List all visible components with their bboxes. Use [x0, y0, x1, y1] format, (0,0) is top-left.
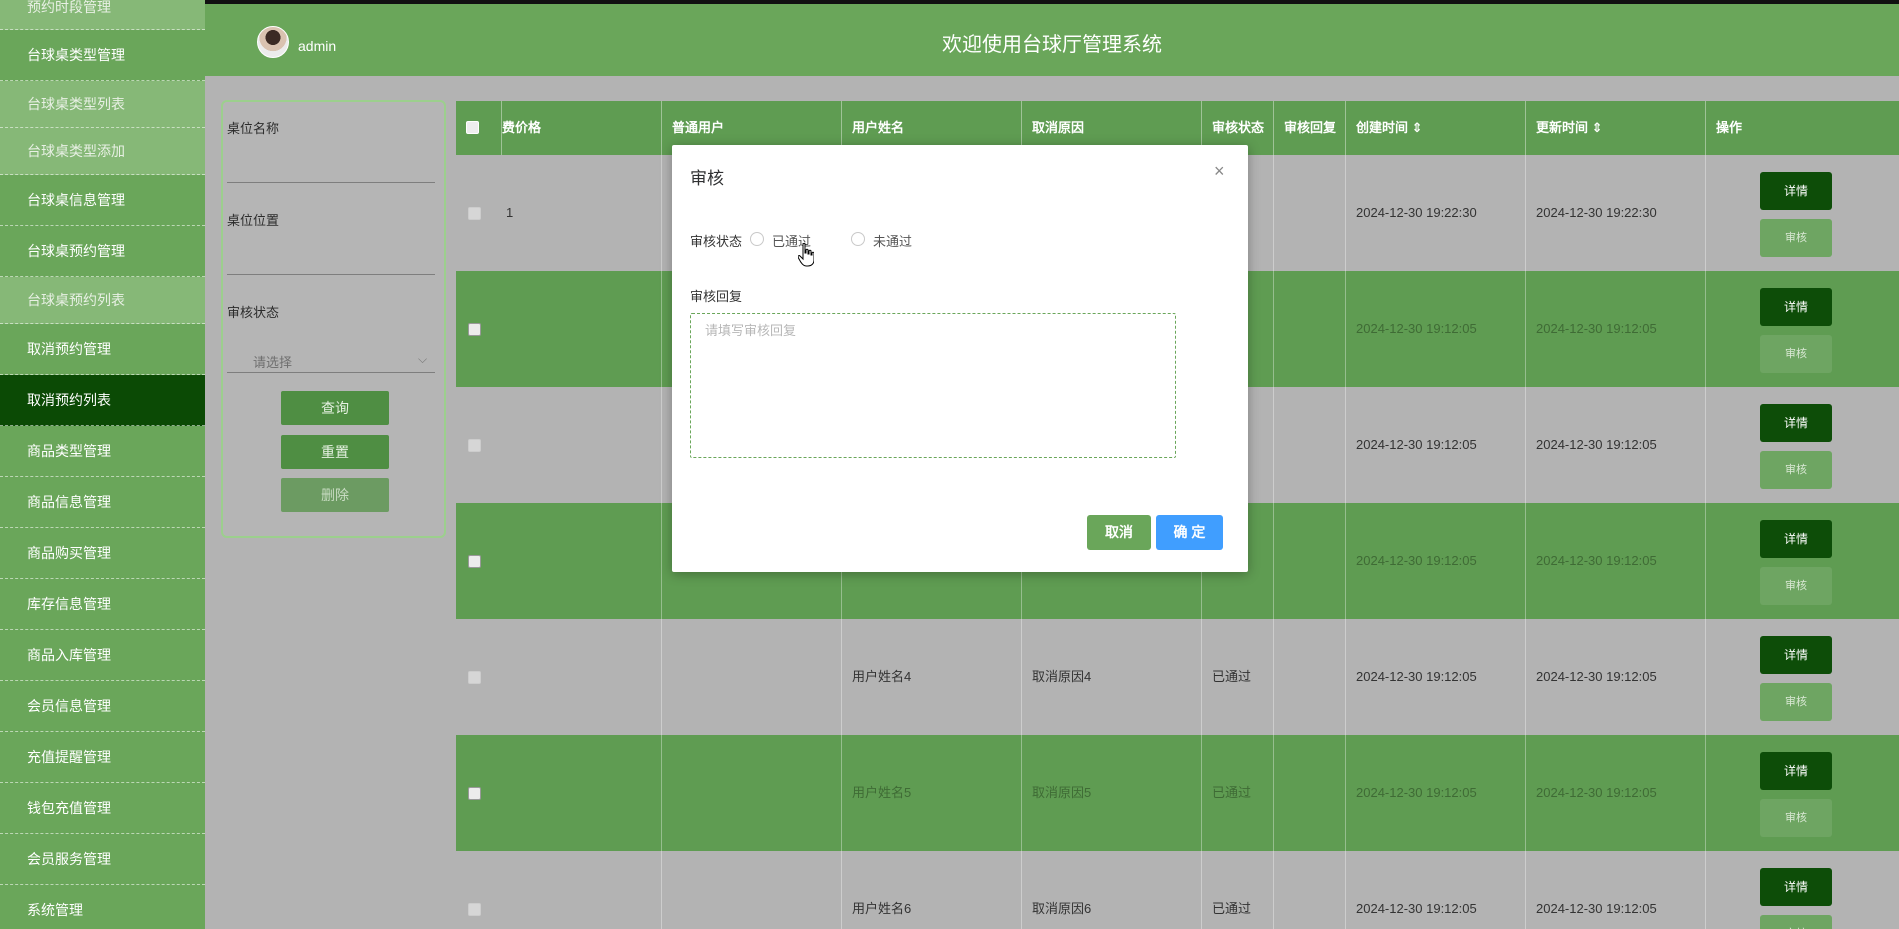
audit-dialog: 审核 × 审核状态 已通过 未通过 审核回复 取消 确 定	[672, 145, 1248, 572]
audit-reply-textarea[interactable]	[690, 313, 1176, 458]
close-icon[interactable]: ×	[1214, 161, 1225, 182]
audit-status-label: 审核状态	[690, 234, 743, 249]
confirm-button[interactable]: 确 定	[1156, 515, 1223, 550]
radio-fail[interactable]	[851, 232, 865, 246]
dialog-title: 审核	[690, 169, 724, 188]
hand-cursor-icon	[798, 243, 814, 267]
radio-fail-label[interactable]: 未通过	[873, 231, 912, 250]
audit-reply-label: 审核回复	[690, 289, 743, 304]
radio-pass[interactable]	[750, 232, 764, 246]
cancel-button[interactable]: 取消	[1087, 515, 1151, 550]
